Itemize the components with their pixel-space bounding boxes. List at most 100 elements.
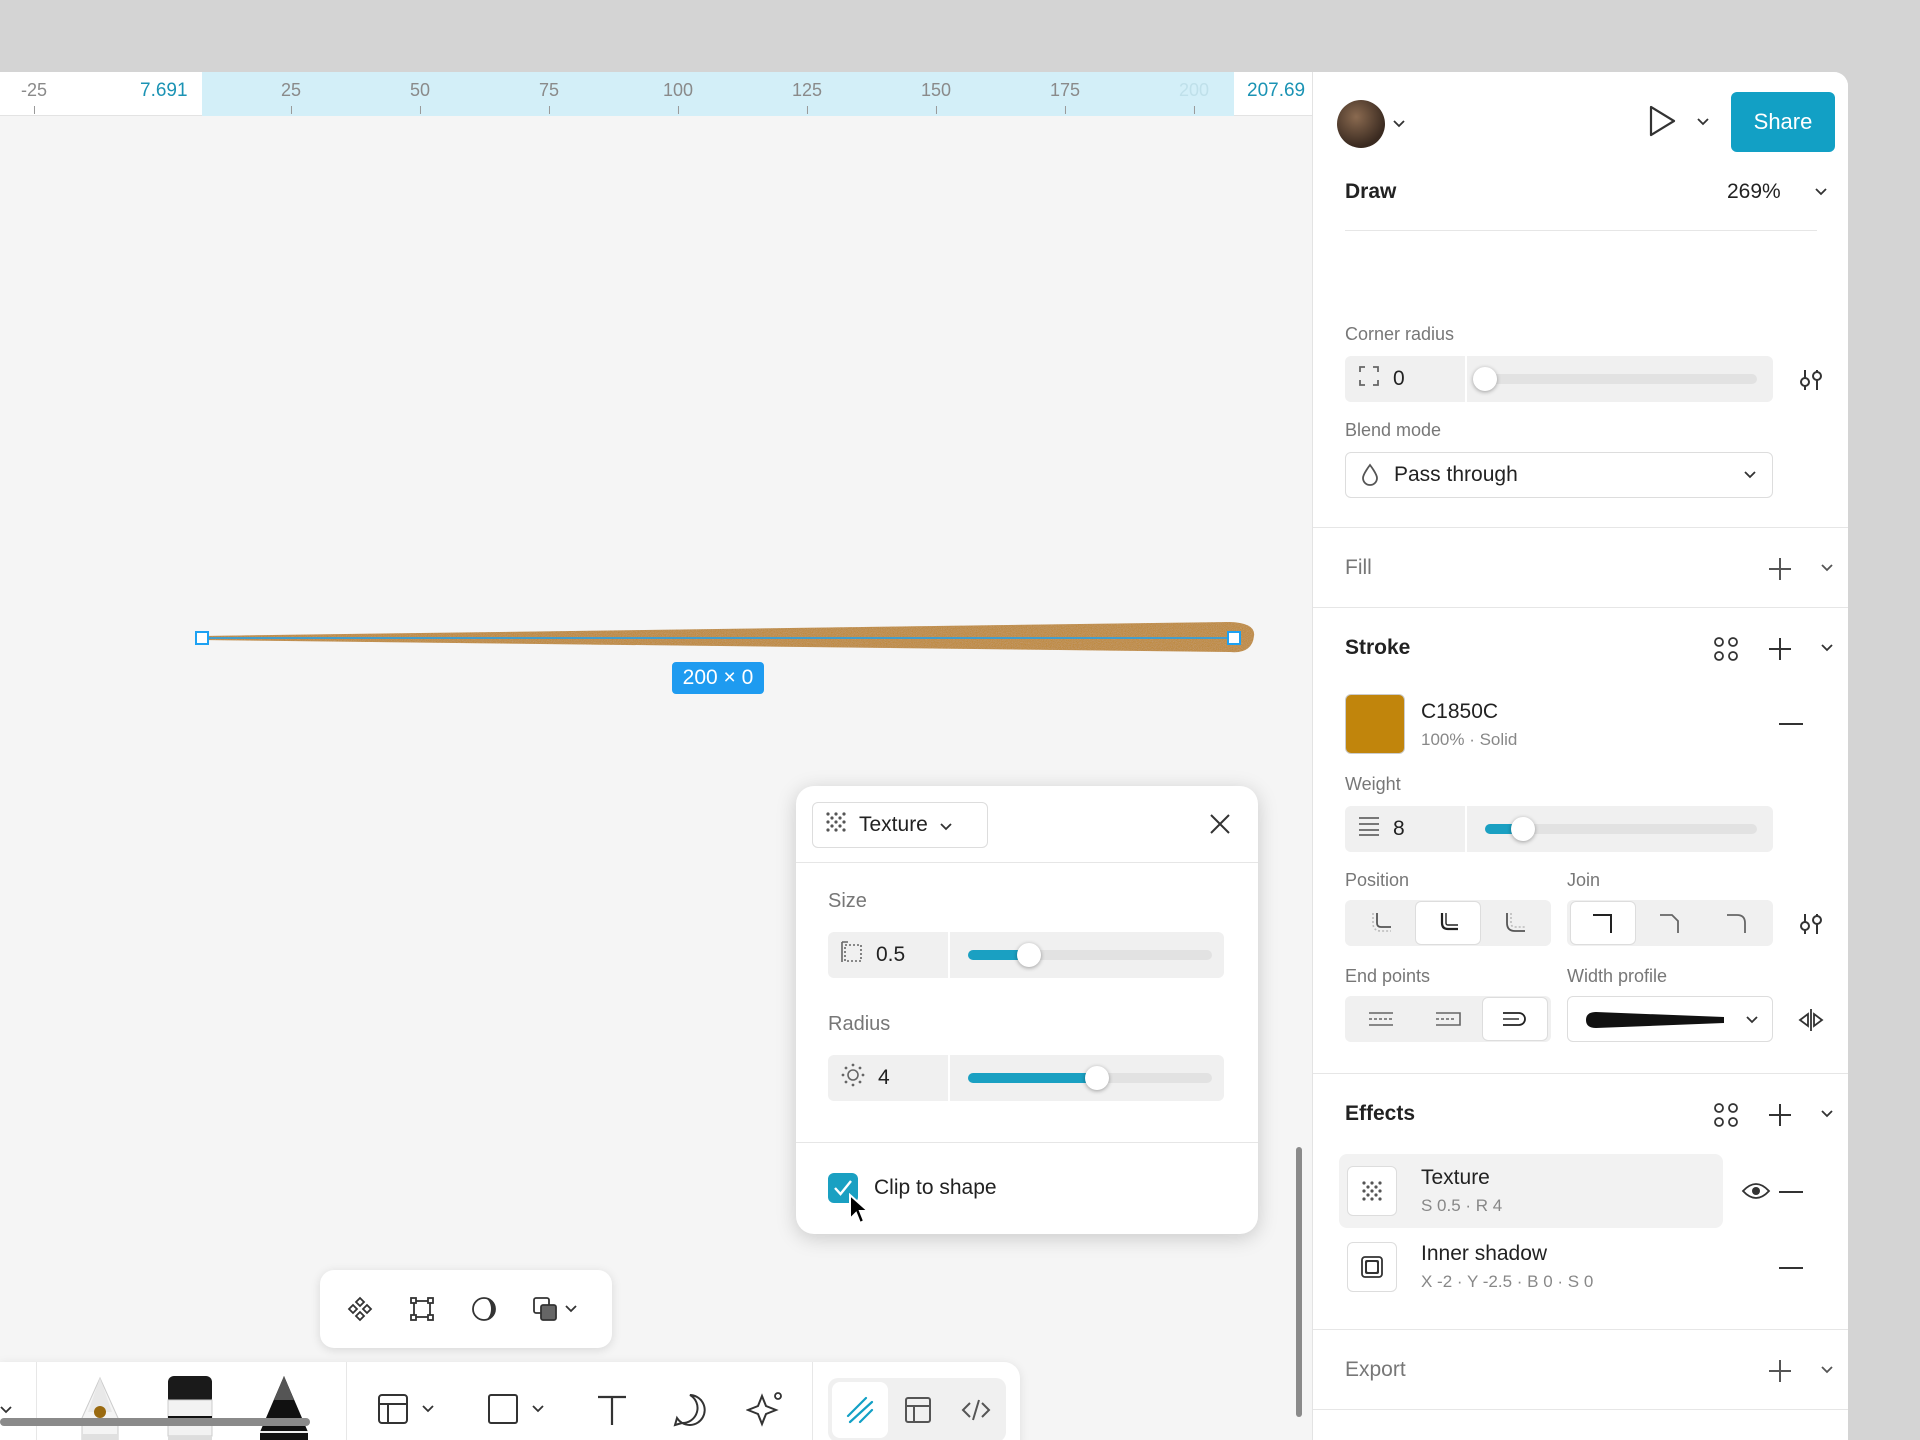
radius-slider[interactable] (968, 1066, 1212, 1090)
stroke-color-swatch[interactable] (1345, 694, 1405, 754)
effect-type-label: Texture (859, 813, 928, 836)
design-mode-icon (905, 1397, 931, 1423)
remove-icon[interactable] (1779, 1190, 1803, 1194)
endpoint-square-button[interactable] (1416, 998, 1480, 1040)
corner-radius-field[interactable]: 0 (1345, 356, 1467, 402)
endpoint-square-icon (1436, 1012, 1461, 1026)
corner-radius-slider[interactable] (1473, 367, 1757, 391)
eye-icon[interactable] (1741, 1180, 1771, 1202)
stroke-center-button[interactable] (1416, 902, 1480, 944)
mouse-cursor-icon (849, 1193, 870, 1225)
individual-corners-icon[interactable] (1797, 368, 1825, 392)
pencil-icon[interactable] (254, 1372, 314, 1440)
chevron-down-icon[interactable] (1815, 188, 1827, 196)
plus-icon[interactable] (1767, 1358, 1793, 1384)
remove-icon[interactable] (1779, 1266, 1803, 1270)
horizontal-scrollbar[interactable] (0, 1418, 310, 1426)
stroke-inside-button[interactable] (1349, 902, 1413, 944)
zoom-level[interactable]: 269% (1727, 180, 1781, 204)
mask-icon[interactable] (466, 1291, 502, 1327)
chevron-down-icon[interactable] (1821, 1366, 1833, 1374)
text-tool-icon[interactable] (594, 1392, 630, 1428)
fill-section: Fill (1313, 528, 1848, 608)
selection-handle-left[interactable] (195, 631, 209, 645)
selection-handle-right[interactable] (1227, 631, 1241, 645)
stroke-color-hex[interactable]: C1850C (1421, 700, 1498, 724)
paint-brush-icon[interactable] (160, 1372, 220, 1440)
width-profile-dropdown[interactable] (1567, 996, 1773, 1042)
close-icon[interactable] (1208, 812, 1232, 836)
ruler-tick: 125 (791, 80, 823, 114)
stroke-weight-icon (1357, 814, 1381, 844)
stroke-title: Stroke (1345, 636, 1411, 659)
stroke-outside-button[interactable] (1483, 902, 1547, 944)
corner-radius-control: 0 (1345, 356, 1773, 402)
effect-row-inner-shadow[interactable]: Inner shadow X -2 · Y -2.5 · B 0 · S 0 (1339, 1230, 1723, 1304)
chevron-down-icon (1744, 471, 1756, 479)
size-slider[interactable] (968, 943, 1212, 967)
weight-value: 8 (1393, 817, 1405, 840)
size-slider-knob[interactable] (1017, 943, 1041, 967)
ruler-tick: 150 (920, 80, 952, 114)
properties-panel: Share Draw 269% Corner radius 0 Blend mo… (1312, 72, 1848, 1440)
advanced-stroke-icon[interactable] (1797, 912, 1825, 936)
play-icon[interactable] (1647, 104, 1677, 138)
size-icon (840, 940, 864, 970)
effect-row-texture[interactable]: Texture S 0.5 · R 4 (1339, 1154, 1723, 1228)
join-bevel-button[interactable] (1638, 902, 1702, 944)
horizontal-ruler: -25 7.691 25 50 75 100 125 150 175 200 2… (0, 72, 1312, 116)
size-field[interactable]: 0.5 (828, 932, 950, 978)
blend-mode-dropdown[interactable]: Pass through (1345, 452, 1773, 498)
join-round-button[interactable] (1705, 902, 1769, 944)
avatar[interactable] (1337, 100, 1385, 148)
chevron-down-icon[interactable] (1821, 644, 1833, 652)
share-button[interactable]: Share (1731, 92, 1835, 152)
corner-radius-icon (1357, 364, 1381, 394)
comment-icon[interactable] (672, 1392, 708, 1428)
radius-slider-knob[interactable] (1085, 1066, 1110, 1090)
component-icon[interactable] (342, 1291, 378, 1327)
effect-type-dropdown[interactable]: Texture (812, 802, 988, 848)
weight-slider[interactable] (1485, 817, 1757, 841)
canvas[interactable]: 200 × 0 Texture Size 0.5 Radius 4 Clip t… (0, 116, 1312, 1440)
remove-icon[interactable] (1779, 722, 1803, 726)
styles-grid-icon[interactable] (1713, 1102, 1739, 1128)
endpoint-none-button[interactable] (1349, 998, 1413, 1040)
end-points-label: End points (1345, 966, 1431, 986)
dimension-badge: 200 × 0 (672, 662, 764, 694)
chevron-down-icon[interactable] (1821, 1110, 1833, 1118)
fill-title: Fill (1345, 556, 1372, 579)
chevron-down-icon[interactable] (1821, 564, 1833, 572)
chevron-down-icon[interactable] (1697, 118, 1709, 126)
plus-icon[interactable] (1767, 636, 1793, 662)
width-profile-label: Width profile (1567, 966, 1668, 986)
vertical-scrollbar[interactable] (1296, 1147, 1302, 1417)
rectangle-tool[interactable] (486, 1392, 544, 1426)
size-control: 0.5 (828, 932, 1224, 978)
dev-mode-button[interactable] (948, 1382, 1004, 1438)
ai-sparkle-icon[interactable] (746, 1390, 786, 1430)
design-mode-button[interactable] (890, 1382, 946, 1438)
plus-icon[interactable] (1767, 1102, 1793, 1128)
plus-icon[interactable] (1767, 556, 1793, 582)
styles-grid-icon[interactable] (1713, 636, 1739, 662)
corner-radius-slider-knob[interactable] (1473, 367, 1497, 391)
join-miter-button[interactable] (1571, 902, 1635, 944)
frame-selection-icon[interactable] (404, 1291, 440, 1327)
effect-name: Inner shadow (1421, 1242, 1548, 1265)
export-title: Export (1345, 1358, 1406, 1381)
draw-mode-button[interactable] (832, 1382, 888, 1438)
weight-slider-knob[interactable] (1511, 817, 1536, 841)
radius-field[interactable]: 4 (828, 1055, 950, 1101)
frame-tool[interactable] (376, 1392, 434, 1426)
ruler-end-coord: 207.69 (1247, 80, 1306, 101)
ruler-start-coord: 7.691 (140, 80, 188, 101)
endpoint-round-button[interactable] (1483, 998, 1547, 1040)
boolean-ops-icon[interactable] (528, 1291, 580, 1327)
chevron-down-icon[interactable] (1393, 120, 1405, 128)
flip-width-profile-icon[interactable] (1797, 1008, 1825, 1032)
fountain-pen-icon[interactable] (70, 1374, 130, 1440)
weight-field[interactable]: 8 (1345, 806, 1467, 852)
stroke-join-group (1567, 900, 1773, 946)
chevron-down-icon[interactable] (0, 1406, 12, 1414)
